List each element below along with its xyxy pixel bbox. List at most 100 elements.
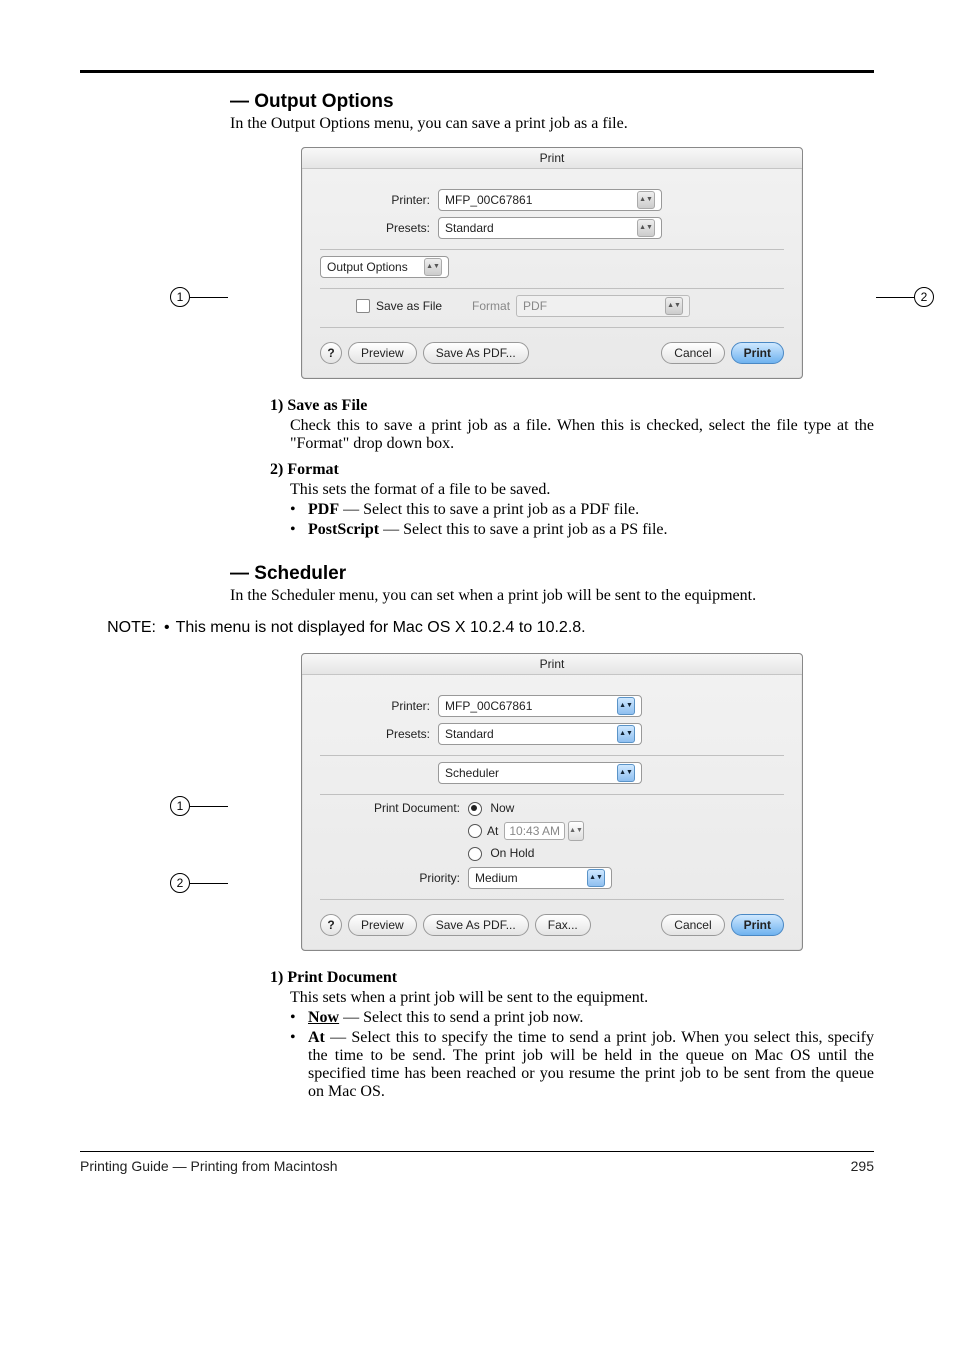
output-options-intro: In the Output Options menu, you can save…	[230, 115, 874, 133]
divider	[320, 755, 784, 756]
item-desc: This sets when a print job will be sent …	[290, 989, 874, 1007]
callout-2-right: 2	[876, 287, 934, 307]
bullet-term: PDF	[308, 501, 339, 518]
pane-value: Scheduler	[445, 766, 499, 780]
radio-onhold-label: On Hold	[490, 846, 534, 860]
output-options-list: 1) Save as File Check this to save a pri…	[270, 397, 874, 539]
save-as-file-checkbox[interactable]	[356, 299, 370, 313]
pane-value: Output Options	[327, 260, 408, 274]
radio-at[interactable]	[468, 824, 482, 838]
bullet-text: — Select this to save a print job as a P…	[339, 501, 639, 518]
cancel-button[interactable]: Cancel	[661, 914, 724, 936]
chevron-updown-icon: ▲▼	[617, 697, 635, 715]
chevron-updown-icon: ▲▼	[617, 764, 635, 782]
preview-button[interactable]: Preview	[348, 342, 417, 364]
save-as-file-label: Save as File	[376, 299, 442, 313]
scheduler-list: 1) Print Document This sets when a print…	[270, 969, 874, 1101]
priority-value: Medium	[475, 871, 518, 885]
print-document-label: Print Document:	[320, 801, 468, 815]
scheduler-dialog-wrap: 1 2 Print Printer: MFP_00C67861 ▲▼	[230, 653, 874, 951]
printer-value: MFP_00C67861	[445, 193, 532, 207]
chevron-updown-icon: ▲▼	[587, 869, 605, 887]
dialog-title: Print	[302, 148, 802, 169]
item-title: Save as File	[287, 397, 367, 414]
preview-button[interactable]: Preview	[348, 914, 417, 936]
save-as-pdf-button[interactable]: Save As PDF...	[423, 914, 529, 936]
scheduler-heading: — Scheduler	[230, 563, 874, 585]
save-as-pdf-button[interactable]: Save As PDF...	[423, 342, 529, 364]
output-options-dialog-wrap: 1 2 Print Printer: MFP_00C67861 ▲▼	[230, 147, 874, 379]
divider	[320, 288, 784, 289]
radio-onhold[interactable]	[468, 847, 482, 861]
bullet-text: — Select this to send a print job now.	[339, 1009, 583, 1026]
bullet-text: — Select this to save a print job as a P…	[379, 521, 667, 538]
note-label: NOTE:	[76, 619, 164, 637]
presets-label: Presets:	[320, 727, 438, 741]
help-button[interactable]: ?	[320, 914, 342, 936]
priority-select[interactable]: Medium ▲▼	[468, 867, 612, 889]
presets-value: Standard	[445, 221, 494, 235]
presets-label: Presets:	[320, 221, 438, 235]
print-dialog-output: Print Printer: MFP_00C67861 ▲▼ Presets: …	[301, 147, 803, 379]
callout-line	[190, 297, 228, 298]
printer-select[interactable]: MFP_00C67861 ▲▼	[438, 695, 642, 717]
print-button[interactable]: Print	[731, 914, 784, 936]
item-desc: Check this to save a print job as a file…	[290, 417, 874, 453]
print-dialog-scheduler: Print Printer: MFP_00C67861 ▲▼ Presets: …	[301, 653, 803, 951]
divider	[320, 249, 784, 250]
bullet-term: PostScript	[308, 521, 379, 538]
radio-now[interactable]	[468, 802, 482, 816]
printer-label: Printer:	[320, 193, 438, 207]
chevron-updown-icon: ▲▼	[637, 219, 655, 237]
footer-page-number: 295	[851, 1158, 874, 1174]
help-button[interactable]: ?	[320, 342, 342, 364]
pane-select[interactable]: Output Options ▲▼	[320, 256, 449, 278]
bullet-term: Now	[308, 1009, 339, 1026]
divider	[320, 899, 784, 900]
divider	[320, 327, 784, 328]
printer-select[interactable]: MFP_00C67861 ▲▼	[438, 189, 662, 211]
fax-button[interactable]: Fax...	[535, 914, 591, 936]
callout-number-1: 1	[170, 287, 190, 307]
pane-select[interactable]: Scheduler ▲▼	[438, 762, 642, 784]
print-button[interactable]: Print	[731, 342, 784, 364]
format-select[interactable]: PDF ▲▼	[516, 295, 690, 317]
callout-number-2: 2	[170, 873, 190, 893]
chevron-updown-icon: ▲▼	[424, 258, 442, 276]
callout-line	[190, 883, 228, 884]
radio-now-label: Now	[490, 801, 514, 815]
bullet-text: — Select this to specify the time to sen…	[308, 1029, 874, 1100]
bullet-item: PostScript — Select this to save a print…	[290, 521, 874, 539]
presets-value: Standard	[445, 727, 494, 741]
radio-at-label: At	[487, 824, 498, 838]
note-row: NOTE: • This menu is not displayed for M…	[76, 619, 874, 637]
chevron-updown-icon: ▲▼	[665, 297, 683, 315]
dialog-title: Print	[302, 654, 802, 675]
note-text: This menu is not displayed for Mac OS X …	[176, 619, 586, 637]
chevron-updown-icon: ▲▼	[617, 725, 635, 743]
item-title: Format	[287, 461, 339, 478]
item-title: Print Document	[287, 969, 397, 986]
callout-2-left: 2	[170, 873, 228, 893]
item-number: 2)	[270, 461, 283, 478]
callout-number-1: 1	[170, 796, 190, 816]
presets-select[interactable]: Standard ▲▼	[438, 217, 662, 239]
bullet-item: At — Select this to specify the time to …	[290, 1029, 874, 1101]
bullet-term: At	[308, 1029, 325, 1046]
footer-left: Printing Guide — Printing from Macintosh	[80, 1158, 338, 1174]
output-options-heading: — Output Options	[230, 91, 874, 113]
presets-select[interactable]: Standard ▲▼	[438, 723, 642, 745]
callout-number-2: 2	[914, 287, 934, 307]
item-number: 1)	[270, 969, 283, 986]
time-stepper[interactable]: ▲▼	[568, 821, 584, 841]
divider	[320, 794, 784, 795]
cancel-button[interactable]: Cancel	[661, 342, 724, 364]
chevron-updown-icon: ▲▼	[637, 191, 655, 209]
callout-1-left: 1	[170, 796, 228, 816]
bullet-item: PDF — Select this to save a print job as…	[290, 501, 874, 519]
at-time-field[interactable]: 10:43 AM	[504, 822, 565, 840]
item-number: 1)	[270, 397, 283, 414]
item-desc: This sets the format of a file to be sav…	[290, 481, 874, 499]
format-label: Format	[472, 299, 510, 313]
callout-1-left: 1	[170, 287, 228, 307]
